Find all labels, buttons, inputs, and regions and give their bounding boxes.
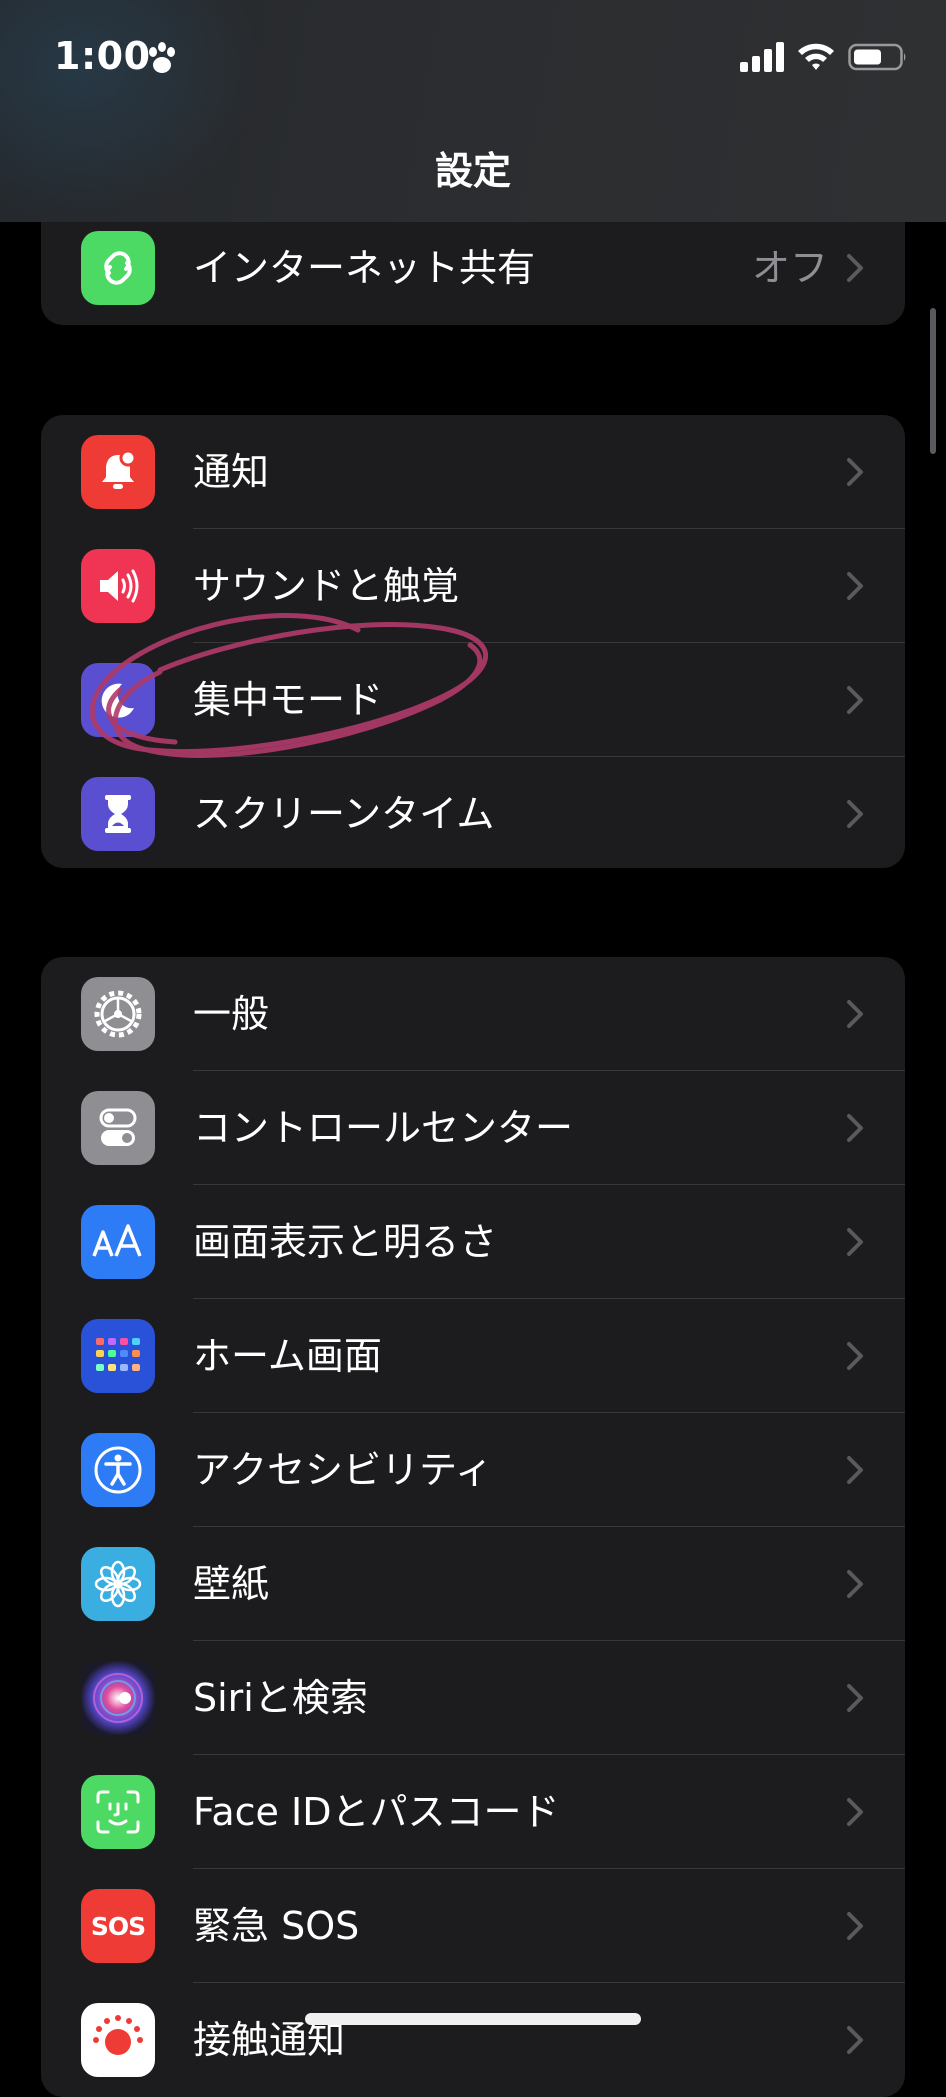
notifications-icon: [81, 435, 155, 509]
chevron-right-icon: [847, 572, 863, 600]
row-emergency-sos[interactable]: SOS 緊急 SOS: [41, 1869, 905, 1983]
row-label: アクセシビリティ: [193, 1448, 493, 1492]
row-exposure-notifications[interactable]: 接触通知: [41, 1983, 905, 2097]
row-focus[interactable]: 集中モード: [41, 643, 905, 757]
row-label: 一般: [193, 992, 270, 1036]
scroll-indicator: [930, 308, 936, 454]
chevron-right-icon: [847, 458, 863, 486]
paw-icon: [149, 42, 175, 73]
chevron-right-icon: [847, 1228, 863, 1256]
status-bar: 1:00 設定: [0, 0, 946, 222]
chevron-right-icon: [847, 1798, 863, 1826]
chevron-right-icon: [847, 254, 863, 282]
battery-icon: [848, 43, 906, 71]
row-label: スクリーンタイム: [193, 792, 495, 836]
row-internet-sharing[interactable]: インターネット共有 オフ: [41, 211, 905, 325]
home-indicator[interactable]: [305, 2013, 641, 2025]
hourglass-icon: [81, 777, 155, 851]
hotspot-icon: [81, 231, 155, 305]
row-label: 集中モード: [193, 678, 384, 722]
row-general[interactable]: 一般: [41, 957, 905, 1071]
chevron-right-icon: [847, 1114, 863, 1142]
chevron-right-icon: [847, 1456, 863, 1484]
chevron-right-icon: [847, 1342, 863, 1370]
row-control-center[interactable]: コントロールセンター: [41, 1071, 905, 1185]
sos-icon: SOS: [81, 1889, 155, 1963]
chevron-right-icon: [847, 2026, 863, 2054]
wallpaper-flower-icon: [81, 1547, 155, 1621]
toggles-icon: [81, 1091, 155, 1165]
row-label: Face IDとパスコード: [193, 1790, 560, 1834]
row-label: 壁紙: [193, 1562, 270, 1606]
chevron-right-icon: [847, 800, 863, 828]
home-screen-icon: [81, 1319, 155, 1393]
row-sounds-haptics[interactable]: サウンドと触覚: [41, 529, 905, 643]
text-size-icon: [81, 1205, 155, 1279]
row-label: インターネット共有: [193, 246, 536, 290]
settings-group-notifications: 通知 サウンドと触覚 集中モード スクリーンタイム: [41, 415, 905, 868]
row-label: Siriと検索: [193, 1676, 368, 1720]
accessibility-icon: [81, 1433, 155, 1507]
row-value: オフ: [751, 246, 828, 290]
row-label: コントロールセンター: [193, 1106, 574, 1150]
sound-icon: [81, 549, 155, 623]
row-accessibility[interactable]: アクセシビリティ: [41, 1413, 905, 1527]
siri-icon: [81, 1661, 155, 1735]
page-title: 設定: [434, 149, 511, 193]
face-id-icon: [81, 1775, 155, 1849]
chevron-right-icon: [847, 1000, 863, 1028]
row-face-id-passcode[interactable]: Face IDとパスコード: [41, 1755, 905, 1869]
wifi-icon: [798, 43, 834, 70]
row-label: 接触通知: [193, 2018, 346, 2062]
row-home-screen[interactable]: ホーム画面: [41, 1299, 905, 1413]
exposure-notification-icon: [81, 2003, 155, 2077]
gear-icon: [81, 977, 155, 1051]
row-screen-time[interactable]: スクリーンタイム: [41, 757, 905, 868]
row-wallpaper[interactable]: 壁紙: [41, 1527, 905, 1641]
focus-moon-icon: [81, 663, 155, 737]
row-siri-search[interactable]: Siriと検索: [41, 1641, 905, 1755]
row-label: ホーム画面: [193, 1334, 382, 1378]
row-label: 通知: [193, 450, 270, 494]
row-label: 緊急 SOS: [193, 1904, 360, 1948]
cellular-signal-icon: [740, 42, 784, 72]
settings-group-general: 一般 コントロールセンター 画面表示と明るさ ホーム画面 アクセシビリティ 壁紙…: [41, 957, 905, 2097]
clock: 1:00: [54, 34, 151, 78]
chevron-right-icon: [847, 1912, 863, 1940]
row-label: サウンドと触覚: [193, 564, 460, 608]
row-label: 画面表示と明るさ: [193, 1220, 498, 1264]
chevron-right-icon: [847, 686, 863, 714]
chevron-right-icon: [847, 1570, 863, 1598]
chevron-right-icon: [847, 1684, 863, 1712]
row-display-brightness[interactable]: 画面表示と明るさ: [41, 1185, 905, 1299]
row-notifications[interactable]: 通知: [41, 415, 905, 529]
